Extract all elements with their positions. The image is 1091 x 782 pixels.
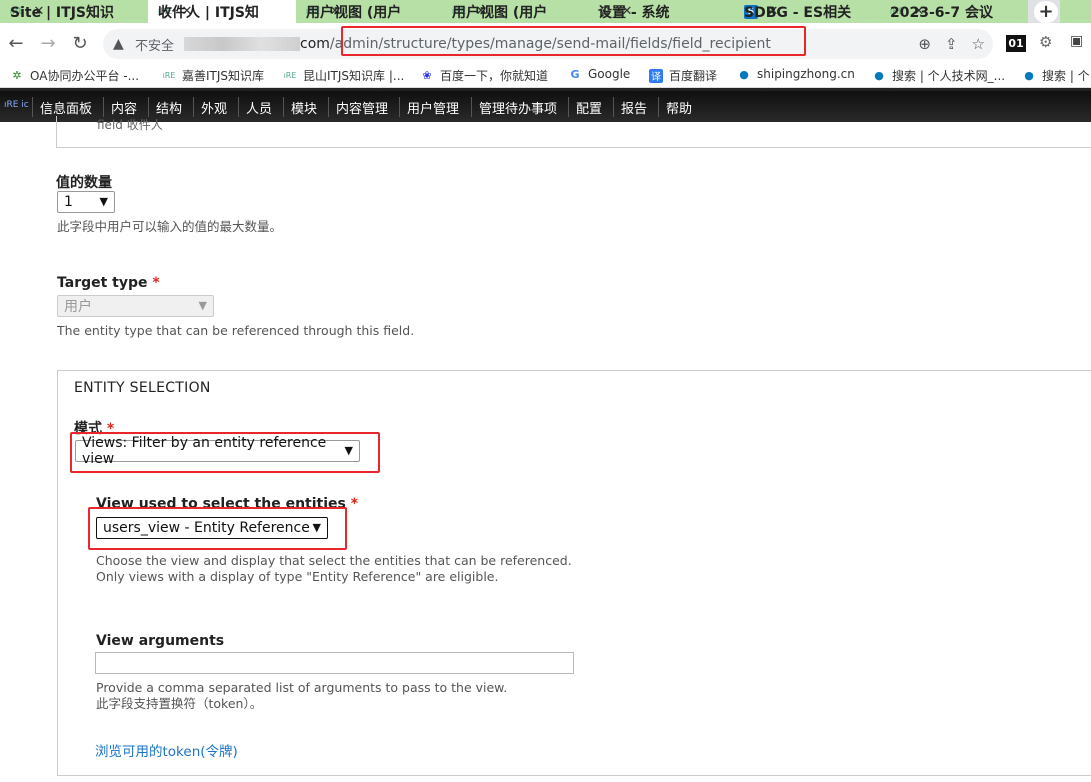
menu-divider: [283, 97, 284, 117]
drupal-drop-icon: ●: [1024, 69, 1034, 82]
bookmark-star-icon[interactable]: ☆: [972, 35, 985, 53]
admin-menu-user-management[interactable]: 用户管理: [407, 98, 459, 117]
view-arguments-description: Provide a comma separated list of argume…: [96, 680, 508, 711]
tab-user-view-1[interactable]: ıRE 用户视图 (用户 ✕: [296, 0, 442, 23]
menu-divider: [568, 97, 569, 117]
bookmark-search-2[interactable]: ● 搜索 | 个: [1022, 67, 1090, 84]
forward-arrow-icon[interactable]: →: [38, 33, 58, 54]
previous-field-box: field 收件人: [56, 116, 1091, 148]
extension-box-icon[interactable]: ▣: [1070, 33, 1083, 49]
redacted-hostname: [184, 37, 301, 51]
warning-triangle-icon[interactable]: ▲: [113, 36, 129, 52]
admin-menu-content[interactable]: 内容: [111, 98, 137, 117]
menu-divider: [613, 97, 614, 117]
view-description: Choose the view and display that select …: [96, 553, 572, 584]
bookmark-kunshan[interactable]: ıRE 昆山ITJS知识库 |...: [283, 67, 405, 84]
mode-highlight-annotation: [70, 432, 380, 473]
bookmark-baidu-translate[interactable]: 译百度翻译: [649, 67, 717, 84]
admin-menu-modules[interactable]: 模块: [291, 98, 317, 117]
bookmark-shipingzhong[interactable]: ● shipingzhong.cn: [737, 67, 855, 81]
admin-menu-help[interactable]: 帮助: [666, 98, 692, 117]
tab-settings-system[interactable]: ⚙ 设置 - 系统 ✕: [588, 0, 734, 23]
cardinality-select[interactable]: 1 ▼: [57, 191, 115, 213]
menu-divider: [148, 97, 149, 117]
target-type-description: The entity type that can be referenced t…: [57, 323, 415, 338]
tab-strip-end: [1060, 0, 1091, 23]
view-arguments-label: View arguments: [96, 633, 225, 649]
required-mark: *: [350, 496, 359, 512]
admin-menu-appearance[interactable]: 外观: [201, 98, 227, 117]
admin-menu-content-management[interactable]: 内容管理: [336, 98, 388, 117]
bookmark-search-1[interactable]: ● 搜索 | 个人技术网_...: [872, 67, 1005, 84]
menu-divider: [238, 97, 239, 117]
google-icon: G: [570, 67, 580, 81]
bookmark-jiashan[interactable]: ıRE 嘉善ITJS知识库: [162, 67, 264, 84]
url-domain: com: [300, 36, 330, 52]
required-mark: *: [152, 275, 160, 291]
previous-field-label: field 收件人: [97, 118, 163, 132]
baidu-paw-icon: ❀: [422, 69, 432, 82]
admin-menu-todo[interactable]: 管理待办事项: [479, 98, 557, 117]
translate-icon: 译: [649, 68, 663, 83]
new-tab-button[interactable]: +: [1034, 0, 1058, 23]
menu-divider: [32, 97, 33, 117]
view-arguments-input[interactable]: [95, 652, 574, 674]
back-arrow-icon[interactable]: ←: [6, 33, 26, 54]
tab-sdbg[interactable]: S SDBG - ES相关 ✕: [734, 0, 880, 23]
share-icon[interactable]: ⇪: [945, 35, 958, 53]
plus-icon: +: [1034, 0, 1058, 23]
menu-divider: [328, 97, 329, 117]
admin-menu-reports[interactable]: 报告: [621, 98, 647, 117]
drupal-drop-icon: ●: [739, 67, 749, 81]
bookmark-baidu[interactable]: ❀ 百度一下，你就知道: [420, 67, 548, 84]
entity-selection-legend: ENTITY SELECTION: [74, 380, 211, 396]
target-type-label: Target type *: [57, 275, 160, 291]
view-highlight-annotation: [88, 507, 347, 550]
flower-icon: ✲: [12, 69, 22, 82]
menu-divider: [103, 97, 104, 117]
site-logo-icon[interactable]: ıRE ic: [4, 100, 29, 110]
tab-site-itjs[interactable]: ıRE Site | ITJS知识 ✕: [0, 0, 148, 23]
reload-icon[interactable]: ↻: [70, 33, 90, 54]
tab-strip: ıRE Site | ITJS知识 ✕ ıRE 收件人 | ITJS知 ✕ ıR…: [0, 0, 1091, 23]
menu-divider: [658, 97, 659, 117]
tab-user-view-2[interactable]: ıRE 用户视图 (用户 ✕: [442, 0, 588, 23]
cardinality-description: 此字段中用户可以输入的值的最大数量。: [57, 219, 283, 234]
site-favicon-icon: ıRE: [162, 71, 176, 80]
chevron-down-icon: ▼: [198, 299, 207, 312]
cardinality-label: 值的数量: [56, 175, 112, 191]
chevron-down-icon: ▼: [99, 195, 108, 208]
url-highlight-annotation: [341, 26, 806, 56]
menu-divider: [193, 97, 194, 117]
tab-meeting[interactable]: ıRE 2023-6-7 会议 ✕: [880, 0, 1028, 23]
bookmark-google[interactable]: G Google: [568, 67, 630, 81]
menu-divider: [471, 97, 472, 117]
menu-divider: [399, 97, 400, 117]
security-label: 不安全: [135, 38, 175, 54]
admin-menu-dashboard[interactable]: 信息面板: [40, 98, 92, 117]
tab-recipient[interactable]: ıRE 收件人 | ITJS知 ✕: [148, 0, 296, 23]
admin-menu-people[interactable]: 人员: [246, 98, 272, 117]
bookmarks-bar: ✲ OA协同办公平台 -... ıRE 嘉善ITJS知识库 ıRE 昆山ITJS知识库…: [0, 63, 1091, 88]
extension-gear-icon[interactable]: ⚙: [1039, 33, 1052, 51]
extension-01-icon[interactable]: 01: [1006, 35, 1026, 52]
admin-menu-config[interactable]: 配置: [576, 98, 602, 117]
bookmark-oa[interactable]: ✲ OA协同办公平台 -...: [10, 67, 139, 84]
zoom-icon[interactable]: ⊕: [918, 35, 931, 53]
admin-menu-structure[interactable]: 结构: [156, 98, 182, 117]
site-favicon-icon: ıRE: [283, 71, 297, 80]
drupal-drop-icon: ●: [874, 69, 884, 82]
target-type-select: 用户 ▼: [57, 295, 214, 317]
browse-tokens-link[interactable]: 浏览可用的token(令牌): [95, 740, 238, 760]
